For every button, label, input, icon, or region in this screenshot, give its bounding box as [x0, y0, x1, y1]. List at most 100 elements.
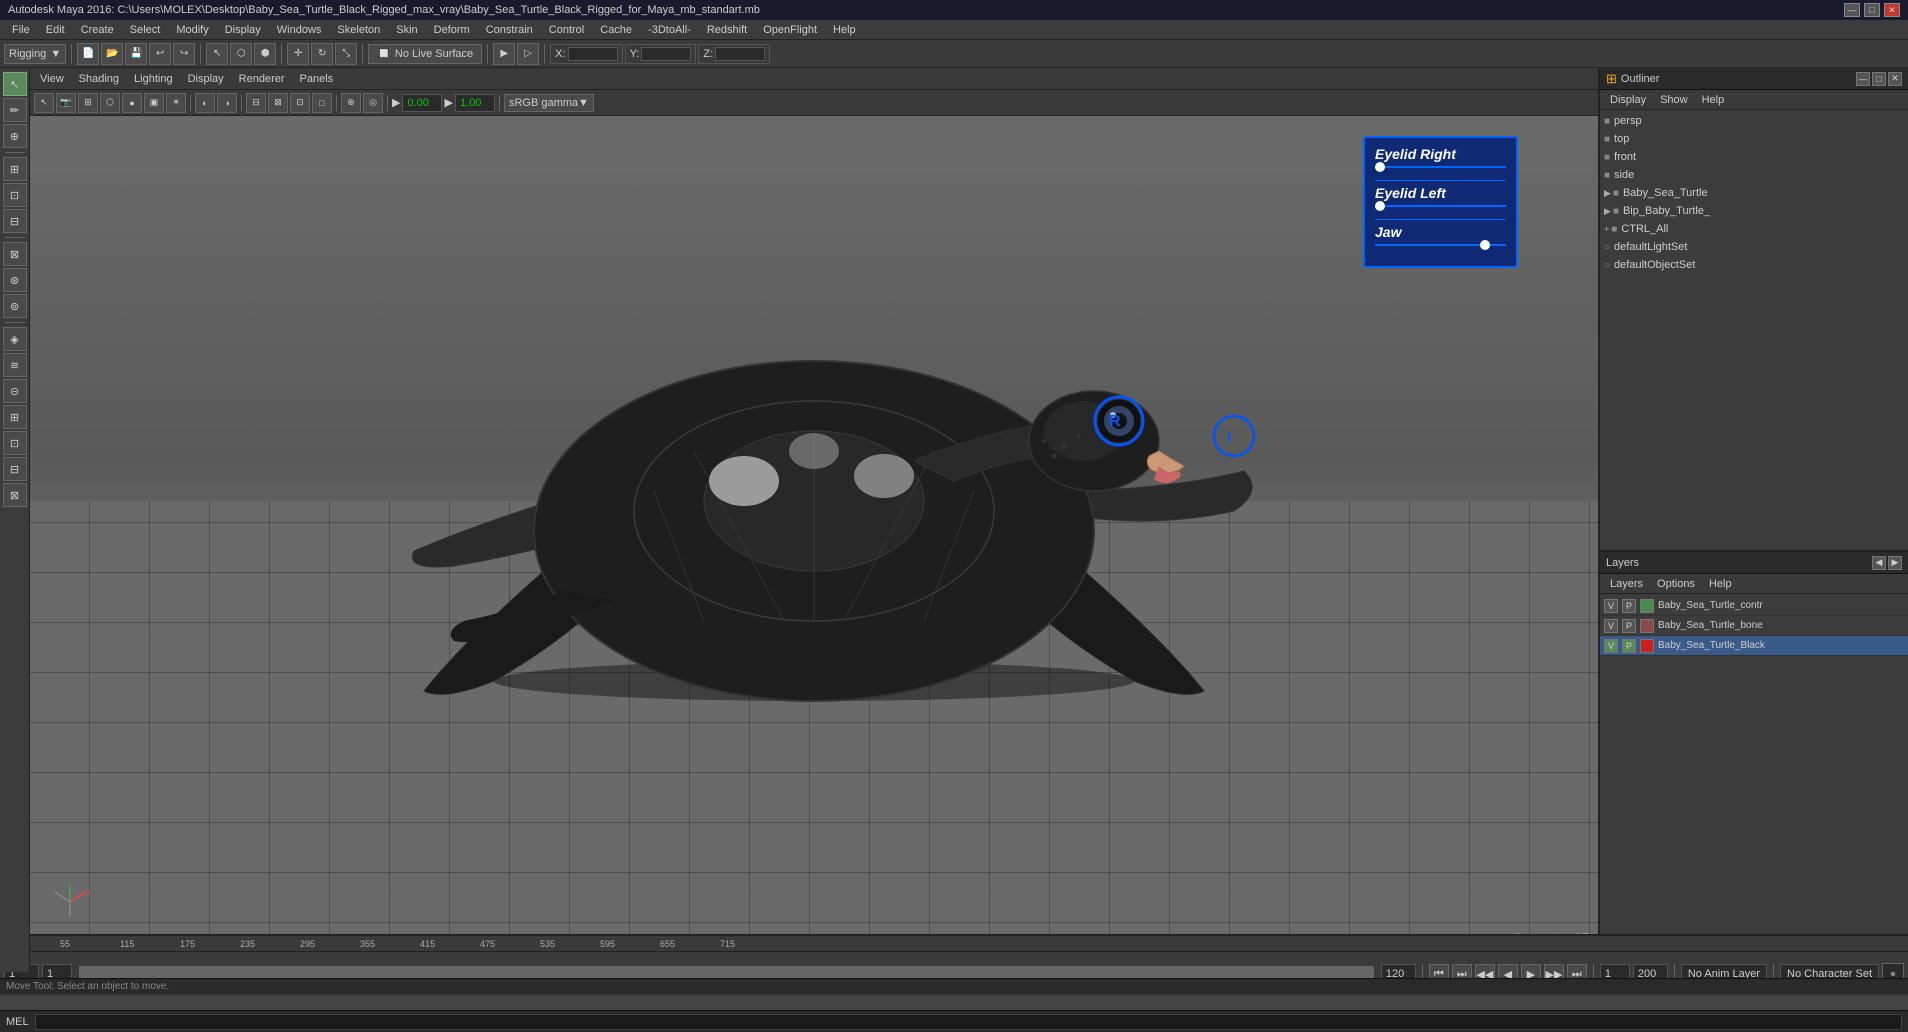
scale-tool-button[interactable]: ⤡	[335, 43, 357, 65]
transform-tool-button[interactable]: ⊞	[3, 157, 27, 181]
outliner-item-front[interactable]: ■ front	[1600, 148, 1908, 166]
layer-btn-5[interactable]: ⊟	[3, 457, 27, 481]
layers-scroll-right-btn[interactable]: ▶	[1888, 556, 1902, 570]
vp-ao-btn[interactable]: ◑	[217, 93, 237, 113]
close-button[interactable]: ✕	[1884, 3, 1900, 17]
vp-shadow-btn[interactable]: ◐	[195, 93, 215, 113]
vp-smooth-btn[interactable]: ●	[122, 93, 142, 113]
layer-playback-btn-2[interactable]: P	[1622, 619, 1636, 633]
menu-create[interactable]: Create	[73, 22, 122, 38]
sculpt-tool-button[interactable]: ⊕	[3, 124, 27, 148]
orient-button[interactable]: ⊚	[3, 294, 27, 318]
layer-visible-btn-2[interactable]: V	[1604, 619, 1618, 633]
mel-input[interactable]	[35, 1014, 1902, 1030]
outliner-menu-help[interactable]: Help	[1696, 93, 1731, 107]
hud-eyelid-right-track[interactable]	[1375, 166, 1506, 168]
outliner-item-bip-baby-turtle[interactable]: ▶ ■ Bip_Baby_Turtle_	[1600, 202, 1908, 220]
new-scene-button[interactable]: 📄	[77, 43, 99, 65]
menu-3dtoall[interactable]: -3DtoAll-	[640, 22, 699, 38]
menu-file[interactable]: File	[4, 22, 38, 38]
vp-light-btn[interactable]: ☀	[166, 93, 186, 113]
vp-hud-btn[interactable]: ⊠	[268, 93, 288, 113]
outliner-item-ctrl-all[interactable]: + ■ CTRL_All	[1600, 220, 1908, 238]
snap-button[interactable]: ⊠	[3, 242, 27, 266]
outliner-item-baby-sea-turtle[interactable]: ▶ ■ Baby_Sea_Turtle	[1600, 184, 1908, 202]
lattice-button[interactable]: ⊟	[3, 209, 27, 233]
layers-menu-help[interactable]: Help	[1703, 577, 1738, 591]
vp-grid-show-btn[interactable]: ⊟	[246, 93, 266, 113]
outliner-close-btn[interactable]: ✕	[1888, 72, 1902, 86]
menu-deform[interactable]: Deform	[426, 22, 478, 38]
vp-value-field-2[interactable]: 1.00	[455, 94, 495, 112]
layers-menu-options[interactable]: Options	[1651, 577, 1701, 591]
layer-btn-4[interactable]: ⊡	[3, 431, 27, 455]
outliner-menu-display[interactable]: Display	[1604, 93, 1652, 107]
vp-xray-btn[interactable]: ◎	[363, 93, 383, 113]
menu-select[interactable]: Select	[122, 22, 169, 38]
vp-select-btn[interactable]: ↖	[34, 93, 54, 113]
outliner-item-side[interactable]: ■ side	[1600, 166, 1908, 184]
layer-btn-3[interactable]: ⊞	[3, 405, 27, 429]
layer-btn-2[interactable]: ⊝	[3, 379, 27, 403]
hud-eyelid-left-track[interactable]	[1375, 205, 1506, 207]
vp-menu-lighting[interactable]: Lighting	[128, 71, 179, 87]
gamma-dropdown[interactable]: sRGB gamma ▼	[504, 94, 594, 112]
select-tool-button[interactable]: ↖	[206, 43, 228, 65]
undo-button[interactable]: ↩	[149, 43, 171, 65]
vp-gate-btn[interactable]: ⊡	[290, 93, 310, 113]
vp-menu-view[interactable]: View	[34, 71, 70, 87]
hud-eyelid-right-handle[interactable]	[1375, 162, 1385, 172]
render-button[interactable]: ▶	[493, 43, 515, 65]
menu-openflight[interactable]: OpenFlight	[755, 22, 825, 38]
select-mode-button[interactable]: ↖	[3, 72, 27, 96]
layers-scroll-left-btn[interactable]: ◀	[1872, 556, 1886, 570]
layer-playback-btn-3[interactable]: P	[1622, 639, 1636, 653]
outliner-item-top[interactable]: ■ top	[1600, 130, 1908, 148]
hud-jaw-track[interactable]	[1375, 244, 1506, 246]
vp-value-field-1[interactable]: 0.00	[402, 94, 442, 112]
layer-visible-btn-3[interactable]: V	[1604, 639, 1618, 653]
menu-control[interactable]: Control	[541, 22, 592, 38]
layer-row-3[interactable]: V P Baby_Sea_Turtle_Black	[1600, 636, 1908, 656]
hud-eyelid-left-handle[interactable]	[1375, 201, 1385, 211]
paint-tool-button[interactable]: ✏	[3, 98, 27, 122]
vp-menu-shading[interactable]: Shading	[73, 71, 125, 87]
mode-dropdown[interactable]: Rigging ▼	[4, 44, 66, 64]
outliner-maximize-btn[interactable]: □	[1872, 72, 1886, 86]
menu-constrain[interactable]: Constrain	[478, 22, 541, 38]
lasso-tool-button[interactable]: ⬡	[230, 43, 252, 65]
outliner-item-persp[interactable]: ■ persp	[1600, 112, 1908, 130]
coord-z-input[interactable]	[715, 47, 765, 61]
outliner-menu-show[interactable]: Show	[1654, 93, 1694, 107]
ipr-button[interactable]: ▷	[517, 43, 539, 65]
vp-menu-renderer[interactable]: Renderer	[233, 71, 291, 87]
layer-playback-btn-1[interactable]: P	[1622, 599, 1636, 613]
menu-windows[interactable]: Windows	[269, 22, 330, 38]
soft-mod-button[interactable]: ⊡	[3, 183, 27, 207]
live-surface-button[interactable]: 🔲 No Live Surface	[368, 44, 482, 64]
move-tool-button[interactable]: ✛	[287, 43, 309, 65]
coord-x-input[interactable]	[568, 47, 618, 61]
pivot-button[interactable]: ⊛	[3, 268, 27, 292]
vp-mask-btn[interactable]: □	[312, 93, 332, 113]
paint-select-button[interactable]: ⬢	[254, 43, 276, 65]
vp-menu-display[interactable]: Display	[182, 71, 230, 87]
outliner-minimize-btn[interactable]: —	[1856, 72, 1870, 86]
menu-modify[interactable]: Modify	[168, 22, 216, 38]
layer-row-1[interactable]: V P Baby_Sea_Turtle_contr	[1600, 596, 1908, 616]
layer-btn-6[interactable]: ⊠	[3, 483, 27, 507]
coord-y-input[interactable]	[641, 47, 691, 61]
minimize-button[interactable]: —	[1844, 3, 1860, 17]
vp-grid-btn[interactable]: ⊞	[78, 93, 98, 113]
layer-btn-1[interactable]: ≋	[3, 353, 27, 377]
redo-button[interactable]: ↪	[173, 43, 195, 65]
hud-jaw-handle[interactable]	[1480, 240, 1490, 250]
layer-visible-btn-1[interactable]: V	[1604, 599, 1618, 613]
maximize-button[interactable]: □	[1864, 3, 1880, 17]
vp-wire-btn[interactable]: ⬡	[100, 93, 120, 113]
layer-row-2[interactable]: V P Baby_Sea_Turtle_bone	[1600, 616, 1908, 636]
open-button[interactable]: 📂	[101, 43, 123, 65]
outliner-item-default-object-set[interactable]: ○ defaultObjectSet	[1600, 256, 1908, 274]
vp-menu-panels[interactable]: Panels	[294, 71, 340, 87]
menu-display[interactable]: Display	[217, 22, 269, 38]
